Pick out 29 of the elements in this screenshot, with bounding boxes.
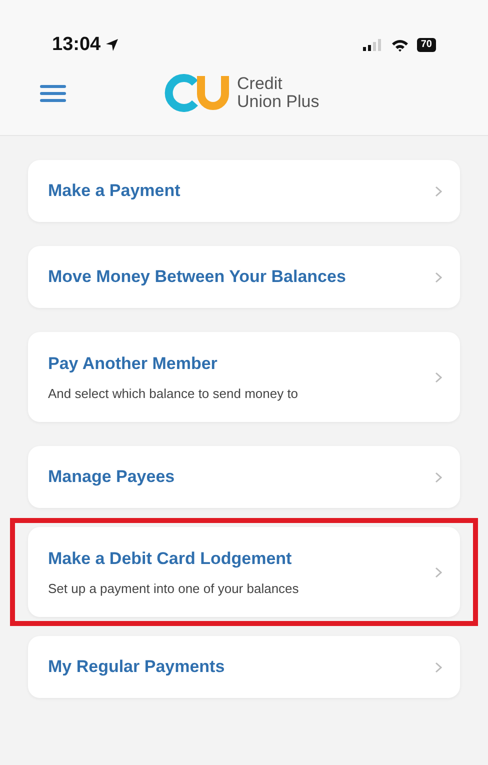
- chevron-right-icon: [435, 566, 442, 578]
- brand-name: Credit: [237, 75, 284, 93]
- brand-name: Union Plus: [237, 93, 320, 111]
- menu-title: Manage Payees: [48, 466, 175, 488]
- wifi-icon: [390, 38, 409, 52]
- signal-icon: [362, 39, 383, 51]
- battery-level: 70: [416, 38, 436, 52]
- menu-title: Pay Another Member: [48, 352, 218, 374]
- menu-title: My Regular Payments: [48, 656, 225, 678]
- menu-title: Make a Payment: [48, 180, 180, 202]
- menu-card[interactable]: Make a Debit Card Lodgement Set up a payment into one of your balances: [28, 527, 460, 617]
- chevron-right-icon: [435, 272, 442, 282]
- menu-card[interactable]: My Regular Payments: [28, 636, 460, 698]
- menu-title: Move Money Between Your Balances: [48, 266, 346, 288]
- menu-card[interactable]: Make a Payment: [28, 160, 460, 222]
- menu-icon[interactable]: [40, 84, 66, 102]
- clock-time: 13:04: [52, 32, 101, 57]
- chevron-right-icon: [435, 186, 442, 196]
- menu-subtitle: Set up a payment into one of your balances: [48, 580, 299, 598]
- menu-card[interactable]: Manage Payees: [28, 446, 460, 508]
- logo-icon: [163, 74, 231, 112]
- menu-card[interactable]: Pay Another Member And select which balance to send money to: [28, 332, 460, 422]
- menu-title: Make a Debit Card Lodgement: [48, 548, 293, 570]
- location-arrow-icon: [104, 38, 119, 52]
- menu-card[interactable]: Move Money Between Your Balances: [28, 246, 460, 308]
- chevron-right-icon: [435, 472, 442, 482]
- chevron-right-icon: [435, 662, 442, 672]
- chevron-right-icon: [435, 372, 442, 382]
- menu-subtitle: And select which balance to send money to: [48, 385, 298, 403]
